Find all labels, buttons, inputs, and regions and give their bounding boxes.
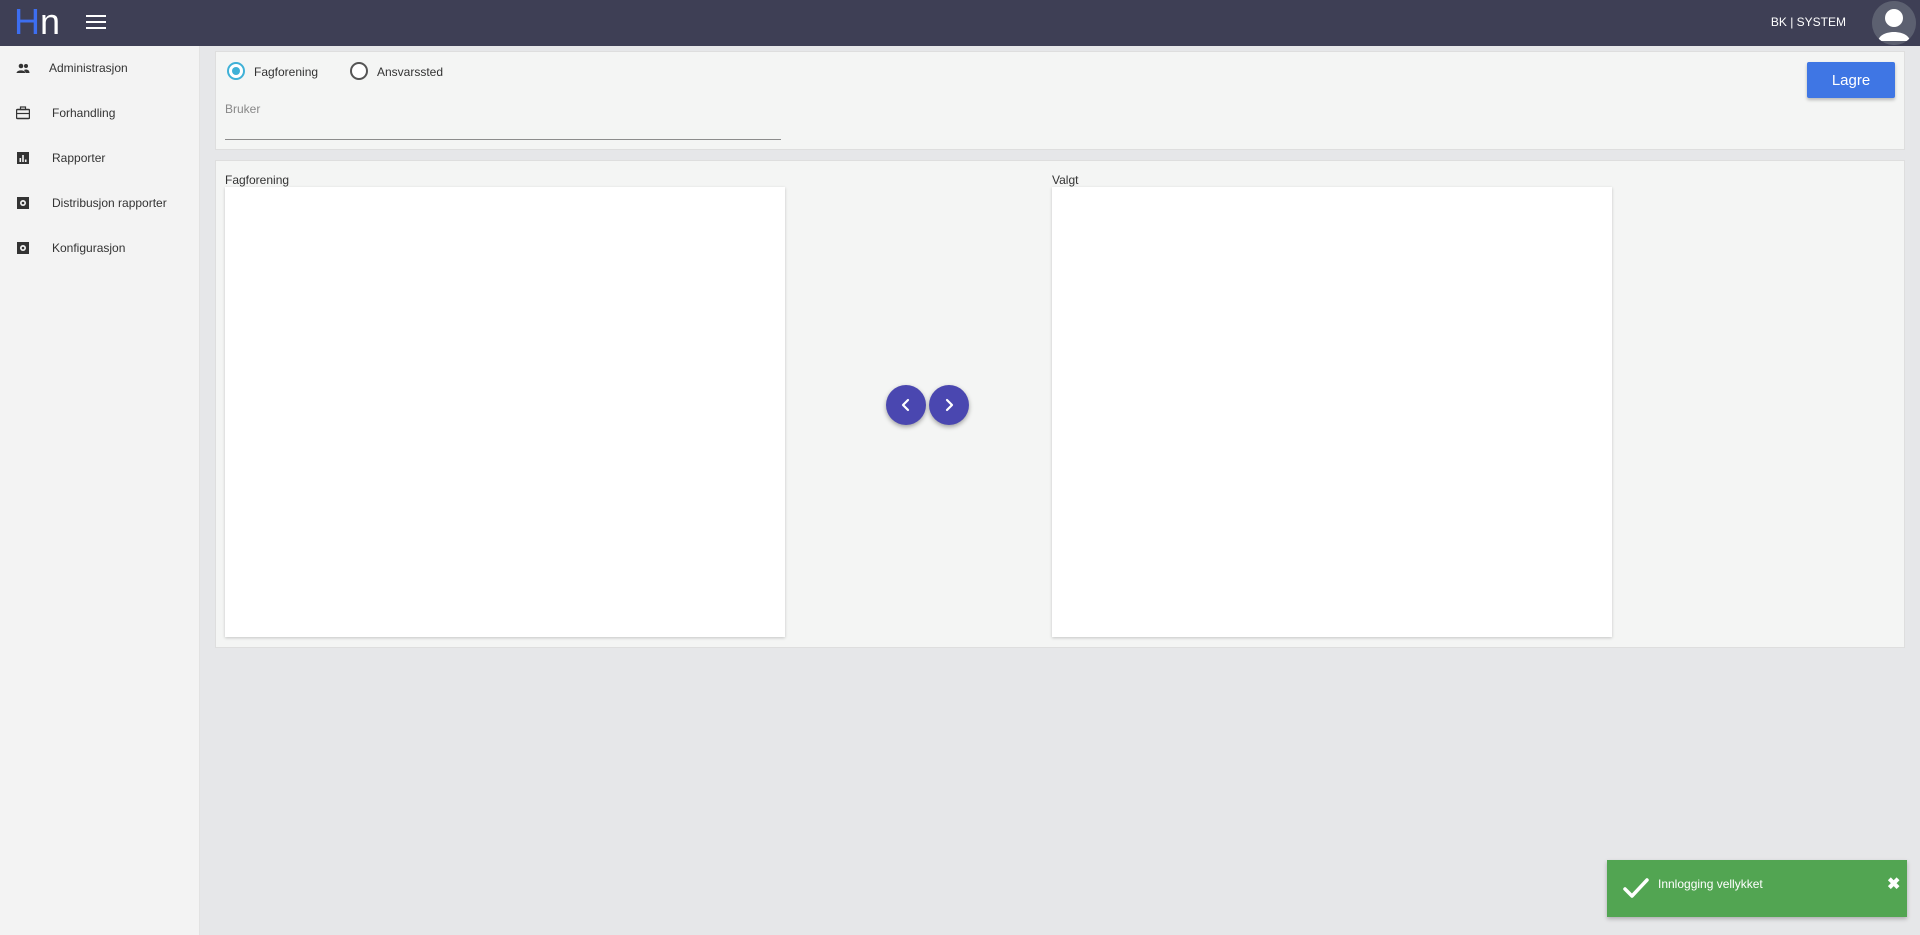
radio-circle[interactable] <box>350 62 368 80</box>
right-list-box[interactable] <box>1052 187 1612 637</box>
move-right-button[interactable] <box>929 385 969 425</box>
bar-chart-icon <box>16 151 30 165</box>
logo-letter-h: H <box>14 1 40 42</box>
people-icon <box>16 61 30 75</box>
save-button[interactable]: Lagre <box>1807 62 1895 98</box>
sidebar-item-distribusjon-rapporter[interactable]: Distribusjon rapporter <box>0 185 200 221</box>
logo-letter-n: n <box>40 1 61 42</box>
radio-label: Fagforening <box>254 65 319 79</box>
sidebar-item-label: Administrasjon <box>49 61 128 75</box>
sidebar-item-label: Konfigurasjon <box>52 241 126 255</box>
dual-list-panel: Fagforening Valgt <box>215 160 1905 648</box>
success-toast: Innlogging vellykket ✖ <box>1607 860 1907 917</box>
left-list-box[interactable] <box>225 187 785 637</box>
user-label: BK | SYSTEM <box>1770 15 1846 29</box>
top-bar: Hn BK | SYSTEM <box>0 0 1920 46</box>
sidebar-item-konfigurasjon[interactable]: Konfigurasjon <box>0 230 200 266</box>
briefcase-icon <box>15 106 31 120</box>
radio-label: Ansvarssted <box>377 65 444 79</box>
user-field-input[interactable] <box>225 118 781 140</box>
sidebar-item-label: Rapporter <box>52 151 106 165</box>
close-icon[interactable]: ✖ <box>1887 874 1900 894</box>
left-list-title: Fagforening <box>225 173 290 187</box>
sidebar-item-forhandling[interactable]: Forhandling <box>0 95 200 131</box>
checkmark-icon <box>1623 877 1649 904</box>
hamburger-menu-icon[interactable] <box>86 14 108 32</box>
move-left-button[interactable] <box>886 385 926 425</box>
app-logo[interactable]: Hn <box>14 2 60 42</box>
user-field-label: Bruker <box>225 102 261 116</box>
sidebar: Administrasjon Forhandling Rapporter Dis… <box>0 46 200 935</box>
radio-circle[interactable] <box>227 62 245 80</box>
sidebar-item-rapporter[interactable]: Rapporter <box>0 140 200 176</box>
settings-box-icon <box>16 241 30 255</box>
toast-message: Innlogging vellykket <box>1658 877 1763 891</box>
user-avatar-icon[interactable] <box>1872 1 1916 45</box>
filter-panel: Fagforening Ansvarssted Bruker Lagre <box>215 51 1905 150</box>
sidebar-item-label: Distribusjon rapporter <box>52 196 167 210</box>
right-list-title: Valgt <box>1052 173 1079 187</box>
sidebar-item-label: Forhandling <box>52 106 116 120</box>
sidebar-item-administrasjon[interactable]: Administrasjon <box>0 50 200 86</box>
settings-box-icon <box>16 196 30 210</box>
